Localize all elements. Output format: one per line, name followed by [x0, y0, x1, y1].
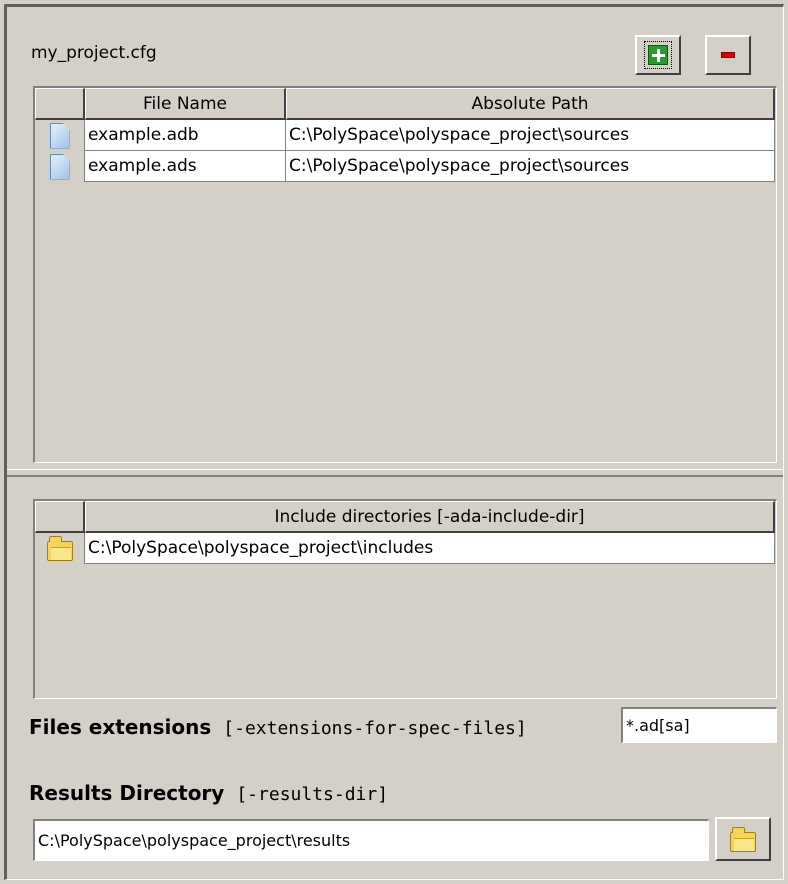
panel-splitter[interactable] — [7, 469, 783, 477]
absolute-path-cell[interactable]: C:\PolySpace\polyspace_project\sources — [286, 151, 775, 182]
results-directory-input[interactable]: C:\PolySpace\polyspace_project\results — [33, 819, 709, 861]
absolute-path-column-header[interactable]: Absolute Path — [286, 88, 775, 120]
results-label: Results Directory — [29, 781, 225, 805]
extensions-label: Files extensions — [29, 715, 212, 739]
sources-table-header: File Name Absolute Path — [35, 88, 776, 120]
plus-icon — [648, 45, 668, 65]
file-name-column-header[interactable]: File Name — [85, 88, 286, 120]
include-directories-table[interactable]: Include directories [-ada-include-dir] C… — [33, 499, 777, 699]
remove-file-button[interactable] — [705, 35, 751, 75]
project-title: my_project.cfg — [31, 43, 157, 63]
minus-icon — [721, 52, 735, 58]
extensions-option: [-extensions-for-spec-files] — [223, 718, 527, 739]
results-option: [-results-dir] — [236, 784, 389, 805]
include-directories-column-header[interactable]: Include directories [-ada-include-dir] — [85, 501, 775, 533]
include-table-header: Include directories [-ada-include-dir] — [35, 501, 776, 533]
folder-icon — [730, 826, 756, 852]
folder-icon — [46, 536, 73, 561]
file-name-cell[interactable]: example.adb — [85, 120, 286, 151]
sources-table[interactable]: File Name Absolute Path example.adb C:\P… — [33, 86, 777, 463]
file-icon — [49, 122, 70, 149]
table-row[interactable]: C:\PolySpace\polyspace_project\includes — [35, 533, 776, 564]
results-label-group: Results Directory [-results-dir] — [29, 781, 388, 805]
table-row[interactable]: example.ads C:\PolySpace\polyspace_proje… — [35, 151, 776, 182]
file-name-cell[interactable]: example.ads — [85, 151, 286, 182]
include-path-cell[interactable]: C:\PolySpace\polyspace_project\includes — [85, 533, 775, 564]
icon-column-header[interactable] — [35, 501, 85, 533]
browse-results-button[interactable] — [715, 817, 771, 861]
file-icon — [49, 153, 70, 180]
table-row[interactable]: example.adb C:\PolySpace\polyspace_proje… — [35, 120, 776, 151]
icon-column-header[interactable] — [35, 88, 85, 120]
absolute-path-cell[interactable]: C:\PolySpace\polyspace_project\sources — [286, 120, 775, 151]
add-file-button[interactable] — [635, 35, 681, 75]
extensions-input[interactable]: *.ad[sa] — [621, 707, 777, 743]
project-panel: my_project.cfg File Name Absolute Path e… — [4, 4, 784, 880]
extensions-label-group: Files extensions [-extensions-for-spec-f… — [29, 715, 527, 739]
